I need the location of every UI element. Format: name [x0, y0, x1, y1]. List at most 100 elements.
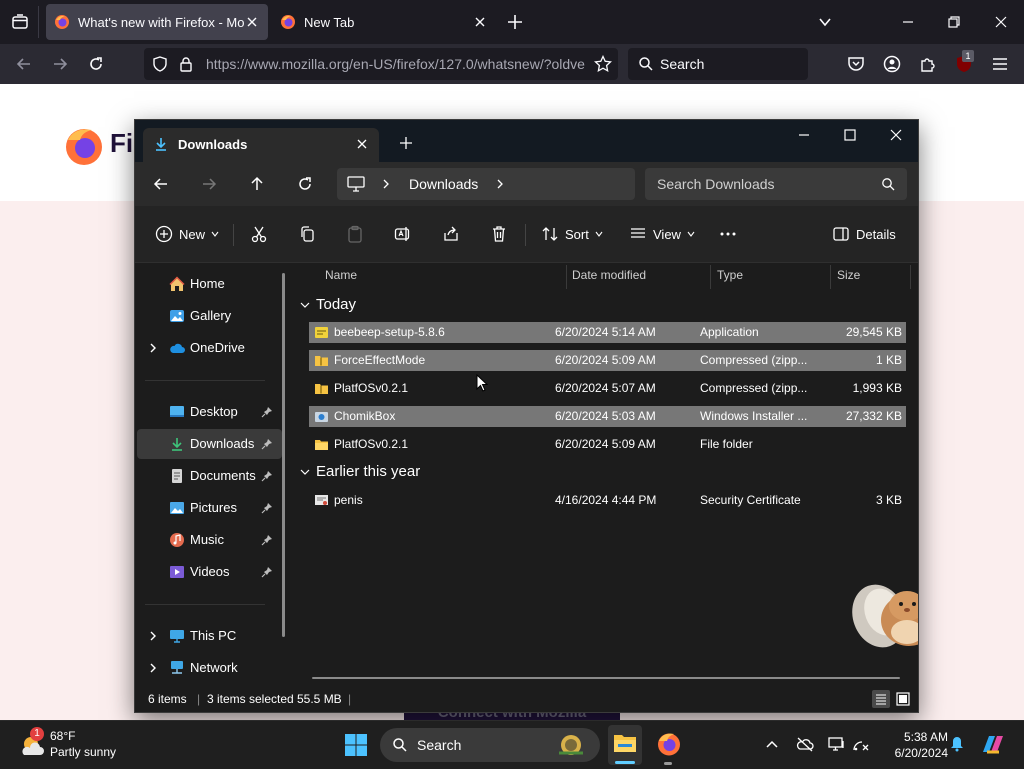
breadcrumb-chevron-icon[interactable]: [381, 178, 391, 190]
column-separator[interactable]: [710, 265, 711, 289]
file-row[interactable]: PlatfOSv0.2.1 6/20/2024 5:07 AM Compressed…: [309, 378, 906, 399]
column-separator[interactable]: [566, 265, 567, 289]
network-disconnected-icon[interactable]: [852, 736, 870, 752]
copilot-icon[interactable]: [980, 732, 1006, 756]
file-row[interactable]: ForceEffectMode 6/20/2024 5:09 AM Compress…: [309, 350, 906, 371]
view-button[interactable]: View: [629, 206, 695, 262]
column-header-name[interactable]: Name: [325, 263, 357, 287]
file-row[interactable]: penis 4/16/2024 4:44 PM Security Certifica…: [309, 490, 906, 511]
tab-new-tab[interactable]: New Tab: [272, 4, 496, 40]
horizontal-scrollbar[interactable]: [312, 677, 900, 679]
firefox-taskbar-button[interactable]: [652, 725, 686, 765]
file-row[interactable]: PlatfOSv0.2.1 6/20/2024 5:09 AM File folde…: [309, 434, 906, 455]
column-separator[interactable]: [910, 265, 911, 289]
restore-window-icon[interactable]: [946, 14, 962, 30]
nav-item-pictures[interactable]: Pictures: [137, 493, 282, 523]
close-tab-icon[interactable]: [356, 138, 368, 150]
shield-icon[interactable]: [152, 56, 168, 72]
column-header-size[interactable]: Size: [837, 263, 860, 287]
search-bar[interactable]: Search: [628, 48, 808, 80]
nav-item-desktop[interactable]: Desktop: [137, 397, 282, 427]
windows-start-icon[interactable]: [344, 733, 368, 757]
firefox-tab-icon: [54, 14, 70, 30]
nav-item-downloads[interactable]: Downloads: [137, 429, 282, 459]
nav-label: This PC: [190, 628, 237, 643]
system-clock[interactable]: 5:38 AM 6/20/2024: [878, 729, 948, 763]
close-tab-icon[interactable]: [472, 14, 488, 30]
see-more-button[interactable]: [719, 206, 737, 262]
new-button[interactable]: New: [155, 206, 219, 262]
back-arrow-icon[interactable]: [16, 56, 32, 72]
cut-button[interactable]: [250, 206, 268, 262]
new-tab-plus-icon[interactable]: [506, 13, 524, 31]
sort-label: Sort: [565, 226, 589, 242]
breadcrumb-chevron-icon[interactable]: [495, 178, 505, 190]
display-icon[interactable]: [828, 736, 846, 752]
search-downloads-input[interactable]: Search Downloads: [645, 168, 907, 200]
nav-item-network[interactable]: Network: [137, 653, 282, 683]
nav-item-videos[interactable]: Videos: [137, 557, 282, 587]
expand-chevron-icon[interactable]: [147, 342, 159, 354]
list-all-tabs-icon[interactable]: [10, 12, 30, 32]
copy-button[interactable]: [298, 206, 316, 262]
close-window-icon[interactable]: [993, 14, 1009, 30]
tab-overflow-chevron-icon[interactable]: [817, 14, 833, 30]
explorer-tab-downloads[interactable]: Downloads: [143, 128, 379, 162]
share-button[interactable]: [442, 206, 460, 262]
column-header-type[interactable]: Type: [717, 263, 743, 287]
group-header-today[interactable]: Today: [300, 296, 356, 313]
up-arrow-icon[interactable]: [249, 176, 265, 192]
weather-widget[interactable]: 1 68°F Partly sunny: [14, 727, 164, 765]
back-arrow-icon[interactable]: [153, 176, 169, 192]
forward-arrow-icon[interactable]: [201, 176, 217, 192]
file-row[interactable]: beebeep-setup-5.8.6 6/20/2024 5:14 AM Appl…: [309, 322, 906, 343]
notification-bell-icon[interactable]: [950, 736, 964, 752]
refresh-icon[interactable]: [297, 176, 313, 192]
taskbar-search-box[interactable]: Search: [380, 728, 600, 762]
breadcrumb-downloads[interactable]: Downloads: [409, 176, 478, 192]
tiles-view-toggle[interactable]: [894, 690, 912, 708]
onedrive-cloud-icon: [169, 340, 185, 356]
group-header-earlier[interactable]: Earlier this year: [300, 463, 420, 480]
paste-button[interactable]: [346, 206, 364, 262]
minimize-window-icon[interactable]: [900, 14, 916, 30]
show-hidden-icons-chevron-icon[interactable]: [765, 738, 779, 750]
new-tab-plus-icon[interactable]: [399, 136, 413, 150]
minimize-window-icon[interactable]: [797, 128, 811, 142]
rename-button[interactable]: [394, 206, 412, 262]
sort-button[interactable]: Sort: [541, 206, 603, 262]
column-header-date[interactable]: Date modified: [572, 263, 646, 287]
details-view-toggle[interactable]: [872, 690, 890, 708]
bookmark-star-icon[interactable]: [594, 55, 612, 73]
reload-icon[interactable]: [88, 56, 104, 72]
maximize-window-icon[interactable]: [843, 128, 857, 142]
lock-icon[interactable]: [178, 56, 194, 72]
close-window-icon[interactable]: [889, 128, 903, 142]
details-pane-button[interactable]: Details: [832, 206, 896, 262]
expand-chevron-icon[interactable]: [147, 662, 159, 674]
close-tab-icon[interactable]: [244, 14, 260, 30]
ublock-origin-icon[interactable]: 1: [954, 50, 974, 74]
hamburger-menu-icon[interactable]: [991, 56, 1009, 72]
delete-button[interactable]: [490, 206, 508, 262]
nav-item-home[interactable]: Home: [137, 269, 282, 299]
nav-item-onedrive[interactable]: OneDrive: [137, 333, 282, 363]
onedrive-paused-icon[interactable]: [796, 736, 814, 752]
nav-item-gallery[interactable]: Gallery: [137, 301, 282, 331]
file-name: PlatfOSv0.2.1: [334, 437, 409, 451]
url-bar[interactable]: https://www.mozilla.org/en-US/firefox/12…: [144, 48, 618, 80]
nav-item-music[interactable]: Music: [137, 525, 282, 555]
tab-whats-new[interactable]: What's new with Firefox - More: [46, 4, 268, 40]
account-icon[interactable]: [883, 55, 901, 73]
expand-chevron-icon[interactable]: [147, 630, 159, 642]
forward-arrow-icon[interactable]: [52, 56, 68, 72]
file-row[interactable]: ChomikBox 6/20/2024 5:03 AM Windows Instal…: [309, 406, 906, 427]
nav-item-documents[interactable]: Documents: [137, 461, 282, 491]
pocket-icon[interactable]: [847, 55, 865, 73]
nav-item-this-pc[interactable]: This PC: [137, 621, 282, 651]
column-separator[interactable]: [830, 265, 831, 289]
nav-scrollbar[interactable]: [282, 273, 285, 637]
extensions-puzzle-icon[interactable]: [919, 55, 937, 73]
address-bar[interactable]: Downloads: [337, 168, 635, 200]
file-explorer-taskbar-button[interactable]: [608, 725, 642, 765]
